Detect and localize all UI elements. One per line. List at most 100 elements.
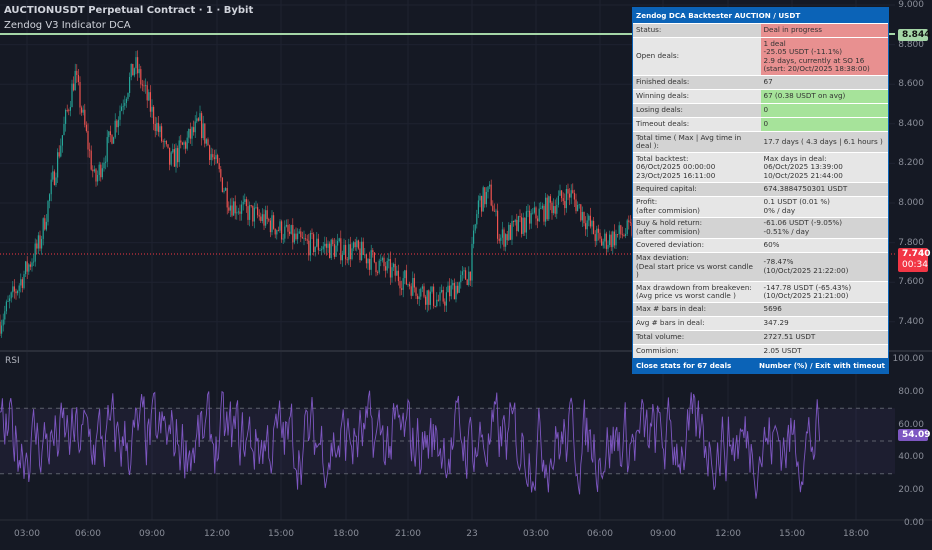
price-axis-label: 8.600	[898, 79, 924, 90]
candle-body	[607, 245, 609, 249]
candle-body	[333, 244, 335, 257]
candle-body	[594, 234, 596, 242]
candle-body	[55, 177, 57, 185]
candle-body	[309, 232, 311, 256]
indicator-title[interactable]: Zendog V3 Indicator DCA	[4, 18, 253, 33]
candle-body	[255, 207, 257, 208]
candle-body	[407, 284, 409, 286]
candle-body	[47, 200, 49, 222]
candle-body	[493, 210, 495, 212]
candle-body	[249, 205, 251, 220]
candle-body	[461, 271, 463, 275]
candle-body	[117, 119, 119, 128]
candle-body	[524, 217, 526, 233]
row-value: 5696	[760, 303, 888, 316]
candle-body	[589, 215, 591, 227]
candle-body	[479, 195, 481, 201]
candle-body	[239, 211, 241, 214]
rsi-axis-label: 80.00	[898, 386, 924, 397]
candle-body	[500, 237, 502, 241]
symbol-title[interactable]: AUCTIONUSDT Perpetual Contract · 1 · Byb…	[4, 3, 253, 18]
row-value: Max days in deal: 06/Oct/2025 13:39:00 1…	[760, 153, 888, 182]
candle-body	[362, 241, 364, 255]
candle-body	[135, 57, 137, 69]
candle-body	[473, 230, 475, 244]
candle-body	[109, 131, 111, 136]
candle-body	[301, 237, 303, 239]
candle-body	[260, 216, 262, 222]
candle-body	[180, 140, 182, 143]
candle-body	[138, 69, 140, 74]
candle-body	[92, 169, 94, 172]
candle-body	[129, 76, 131, 94]
candle-body	[311, 232, 313, 235]
candle-body	[85, 124, 87, 132]
candle-body	[377, 272, 379, 273]
candle-body	[412, 278, 414, 296]
candle-body	[130, 63, 132, 77]
candle-body	[148, 92, 150, 101]
candle-body	[578, 204, 580, 206]
candle-body	[258, 215, 260, 217]
candle-body	[415, 287, 417, 296]
candle-body	[551, 202, 553, 214]
candle-body	[356, 240, 358, 248]
row-label: Losing deals:	[633, 104, 761, 117]
candle-body	[300, 231, 302, 238]
candle-body	[562, 198, 564, 202]
row-label: Profit: (after commision)	[633, 196, 761, 217]
candle-body	[433, 286, 435, 306]
candle-body	[341, 254, 343, 261]
candle-body	[162, 141, 164, 143]
candle-body	[252, 205, 254, 222]
candle-body	[199, 113, 201, 121]
rsi-pane-label[interactable]: RSI	[5, 356, 20, 366]
candle-body	[0, 321, 1, 334]
candle-body	[404, 270, 406, 279]
time-axis-label: 12:00	[715, 529, 741, 539]
candle-body	[509, 224, 511, 240]
candle-body	[386, 260, 388, 271]
row-value: 0.1 USDT (0.01 %) 0% / day	[760, 196, 888, 217]
candle-body	[623, 235, 625, 236]
candle-body	[537, 218, 539, 222]
candle-body	[298, 231, 300, 234]
candle-body	[596, 228, 598, 242]
candle-body	[37, 235, 39, 249]
candle-body	[265, 210, 267, 226]
candle-body	[327, 243, 329, 248]
candle-body	[417, 295, 419, 299]
candle-body	[57, 152, 59, 178]
row-value: 17.7 days ( 4.3 days | 6.1 hours )	[760, 132, 888, 152]
candle-body	[345, 244, 347, 260]
candle-body	[93, 169, 95, 172]
candle-body	[421, 286, 423, 289]
candle-body	[277, 230, 279, 232]
candle-body	[325, 243, 327, 248]
candle-body	[444, 301, 446, 306]
candle-body	[514, 219, 516, 222]
candle-body	[74, 70, 76, 91]
candle-body	[149, 92, 151, 112]
candle-body	[497, 210, 499, 239]
time-axis-label: 09:00	[650, 529, 676, 539]
candle-body	[609, 234, 611, 246]
candle-body	[210, 154, 212, 160]
price-axis-label: 7.800	[898, 237, 924, 248]
candle-body	[505, 234, 507, 247]
candle-body	[242, 201, 244, 205]
candle-body	[193, 127, 195, 133]
candle-body	[186, 137, 188, 149]
row-label: Open deals:	[633, 38, 761, 75]
candle-body	[426, 290, 428, 305]
price-axis-label: 8.400	[898, 118, 924, 129]
candle-body	[391, 267, 393, 278]
candle-body	[175, 148, 177, 167]
price-axis-label: 9.000	[898, 0, 924, 10]
candle-body	[441, 290, 443, 293]
candle-body	[402, 278, 404, 290]
candle-body	[469, 271, 471, 281]
candle-body	[597, 228, 599, 233]
table-row: Status: Deal in progress	[633, 23, 888, 37]
candle-body	[181, 142, 183, 145]
